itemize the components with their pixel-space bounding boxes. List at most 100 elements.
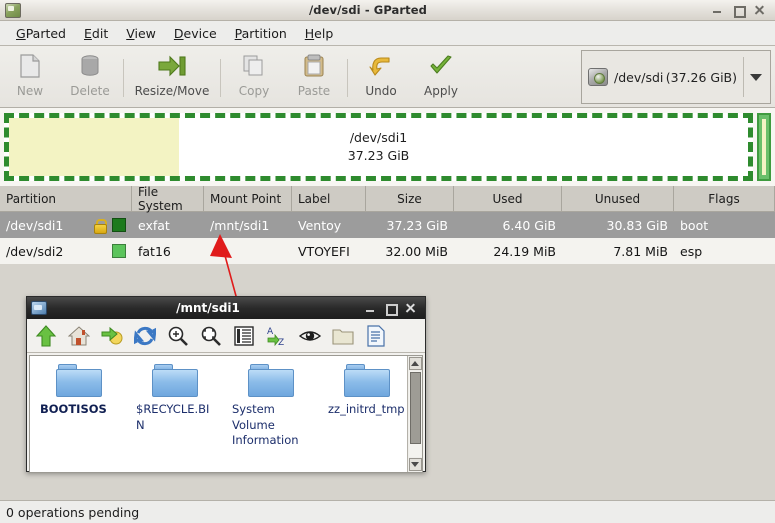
close-icon[interactable] [405,303,416,314]
menu-view[interactable]: View [117,23,165,44]
menu-gparted[interactable]: GParted [7,23,75,44]
show-hidden-eye-icon[interactable] [298,325,322,347]
paste-button[interactable]: Paste [284,50,344,98]
cell-file-system: fat16 [138,243,171,259]
list-item-label: BOOTISOS [40,402,107,416]
file-manager-icon [31,301,47,315]
file-manager-titlebar: /mnt/sdi1 [27,297,425,319]
delete-icon [79,53,101,79]
list-item[interactable]: $RECYCLE.BIN [136,364,214,449]
hard-disk-icon [588,68,608,86]
partition-table: Partition File System Mount Point Label … [0,185,775,264]
column-header-unused[interactable]: Unused [562,186,674,211]
vertical-scrollbar[interactable] [407,356,422,472]
file-manager-window-controls [365,303,416,316]
column-header-mount-point[interactable]: Mount Point [204,186,292,211]
file-manager-content: BOOTISOS $RECYCLE.BIN System Volume Info… [29,355,423,473]
list-view-icon[interactable] [233,325,255,347]
column-header-partition[interactable]: Partition [0,186,132,211]
delete-button[interactable]: Delete [60,50,120,98]
menubar: GParted Edit View Device Partition Help [0,21,775,46]
partition-block-sdi1[interactable]: /dev/sdi1 37.23 GiB [4,113,753,181]
statusbar: 0 operations pending [0,500,775,523]
gparted-window: /dev/sdi - GParted GParted Edit View Dev… [0,0,775,523]
cell-partition: /dev/sdi2 [6,243,64,259]
partition-block-name: /dev/sdi1 [349,129,408,145]
folder-icon [56,364,102,398]
folder-icon [344,364,390,398]
new-button[interactable]: New [0,50,60,98]
up-arrow-icon[interactable] [35,324,57,347]
table-row[interactable]: /dev/sdi2 fat16 VTOYEFI 32.00 MiB 24.19 … [0,238,775,264]
cell-size: 37.23 GiB [386,217,449,233]
copy-button[interactable]: Copy [224,50,284,98]
new-document-icon [19,53,41,79]
zoom-fit-icon[interactable] [200,325,222,347]
device-size: (37.26 GiB) [665,69,737,85]
minimize-icon[interactable] [711,4,723,16]
copy-icon [242,53,266,79]
refresh-icon[interactable] [133,325,157,347]
chevron-down-icon[interactable] [750,73,762,81]
scrollbar-track[interactable] [408,371,422,457]
menu-edit[interactable]: Edit [75,23,117,44]
delete-label: Delete [70,84,110,98]
undo-icon [369,53,393,79]
column-header-flags[interactable]: Flags [674,186,775,211]
cell-flags: esp [680,243,703,259]
filesystem-color-swatch [106,238,132,264]
cell-partition: /dev/sdi1 [6,217,64,233]
cell-label: Ventoy [298,217,342,233]
close-icon[interactable] [753,4,765,16]
device-name: /dev/sdi [614,69,664,85]
table-row[interactable]: /dev/sdi1 exfat /mnt/sdi1 Ventoy 37.23 G… [0,212,775,238]
window-title: /dev/sdi - GParted [308,3,428,17]
scroll-down-arrow-icon[interactable] [408,458,422,471]
menu-device[interactable]: Device [165,23,226,44]
scrollbar-thumb[interactable] [409,372,421,444]
cell-mount-point [204,238,292,264]
column-header-file-system[interactable]: File System [132,185,204,213]
lock-icon [88,212,107,238]
partition-block-label: /dev/sdi1 37.23 GiB [348,129,410,165]
cell-used: 6.40 GiB [502,217,556,233]
cell-label: VTOYEFI [298,243,350,259]
folder-icon [248,364,294,398]
list-item[interactable]: zz_initrd_tmp [328,364,406,449]
scroll-up-arrow-icon[interactable] [408,357,422,370]
window-controls [711,4,765,18]
partition-strip: /dev/sdi1 37.23 GiB [4,113,771,181]
column-header-label[interactable]: Label [292,186,366,211]
maximize-icon[interactable] [732,4,746,18]
column-header-size[interactable]: Size [366,186,454,211]
zoom-in-icon[interactable] [167,325,189,347]
file-list: BOOTISOS $RECYCLE.BIN System Volume Info… [30,356,422,449]
cell-unused: 30.83 GiB [606,217,669,233]
menu-partition[interactable]: Partition [226,23,296,44]
maximize-icon[interactable] [385,303,398,316]
list-item[interactable]: System Volume Information [232,364,310,449]
new-label: New [16,84,44,98]
device-selector[interactable]: /dev/sdi (37.26 GiB) [581,50,771,104]
minimize-icon[interactable] [365,303,376,314]
apply-label: Apply [424,84,458,98]
toolbar-separator [347,59,348,97]
column-header-used[interactable]: Used [454,186,562,211]
menu-help[interactable]: Help [296,23,343,44]
list-item-label: $RECYCLE.BIN [136,402,210,432]
open-folder-icon[interactable] [332,325,354,347]
sort-az-icon[interactable]: AZ [266,325,288,348]
table-header-row: Partition File System Mount Point Label … [0,185,775,213]
partition-block-sdi2[interactable] [757,113,771,181]
apply-button[interactable]: Apply [411,50,471,98]
new-document-icon[interactable] [365,324,387,347]
cell-mount-point: /mnt/sdi1 [210,217,270,233]
apply-checkmark-icon [429,53,453,79]
file-manager-title: /mnt/sdi1 [176,301,240,315]
undo-button[interactable]: Undo [351,50,411,98]
go-to-icon[interactable] [101,325,123,347]
resize-move-button[interactable]: Resize/Move [127,50,217,98]
toolbar-separator [123,59,124,97]
list-item[interactable]: BOOTISOS [40,364,118,449]
home-icon[interactable] [67,325,91,347]
